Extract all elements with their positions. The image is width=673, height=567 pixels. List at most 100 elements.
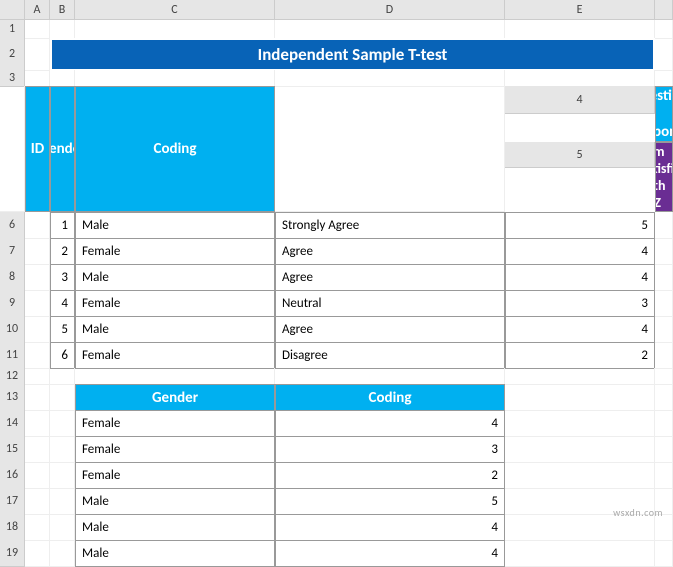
cell[interactable] [25,410,50,437]
th-sub[interactable]: I am Satisfied with XYZ [655,142,673,212]
cell[interactable] [25,514,50,541]
cell[interactable] [75,20,275,39]
cell-id[interactable]: 4 [50,290,75,317]
cell-resp[interactable]: Agree [275,264,505,291]
cell-gender[interactable]: Female [75,238,275,265]
row-header[interactable]: 5 [505,142,655,168]
cell-coding[interactable]: 2 [505,342,655,369]
cell[interactable] [655,212,673,239]
cell[interactable] [25,384,50,411]
cell[interactable] [25,462,50,489]
cell-resp[interactable]: Agree [275,316,505,343]
cell2-gender[interactable]: Female [75,410,275,437]
row-header[interactable]: 3 [0,70,25,87]
cell[interactable] [655,70,673,87]
cell2-gender[interactable]: Female [75,462,275,489]
cell-gender[interactable]: Male [75,264,275,291]
cell[interactable] [275,368,505,385]
th2-coding[interactable]: Coding [275,384,505,411]
cell[interactable] [505,384,655,411]
cell[interactable] [655,540,673,567]
row-header[interactable]: 18 [0,514,25,541]
cell[interactable] [25,290,50,317]
row-header[interactable]: 17 [0,488,25,515]
cell2-coding[interactable]: 4 [275,410,505,437]
cell2-gender[interactable]: Female [75,436,275,463]
cell2-gender[interactable]: Male [75,514,275,541]
row-header[interactable]: 6 [0,212,25,239]
cell2-gender[interactable]: Male [75,488,275,515]
cell[interactable] [655,462,673,489]
th-id[interactable]: ID [25,86,50,212]
cell[interactable] [655,38,673,71]
cell-gender[interactable]: Female [75,342,275,369]
row-header[interactable]: 7 [0,238,25,265]
cell-resp[interactable]: Neutral [275,290,505,317]
cell-id[interactable]: 1 [50,212,75,239]
cell[interactable] [50,410,75,437]
cell[interactable] [655,384,673,411]
cell[interactable] [655,290,673,317]
row-header[interactable]: 8 [0,264,25,291]
row-header[interactable]: 13 [0,384,25,411]
cell2-coding[interactable]: 4 [275,514,505,541]
col-header-c[interactable]: C [75,0,275,20]
cell[interactable] [655,410,673,437]
cell-coding[interactable]: 5 [505,212,655,239]
cell[interactable] [655,342,673,369]
cell[interactable] [655,20,673,39]
th-questions[interactable]: Questions & Responses [655,86,673,142]
col-header-a[interactable]: A [25,0,50,20]
cell[interactable] [50,514,75,541]
col-header-d[interactable]: D [275,0,505,20]
cell[interactable] [655,368,673,385]
row-header[interactable]: 2 [0,38,25,71]
cell[interactable] [505,436,655,463]
cell[interactable] [25,238,50,265]
page-title[interactable]: Independent Sample T-test [50,38,655,71]
cell[interactable] [655,264,673,291]
row-header[interactable]: 15 [0,436,25,463]
row-header[interactable]: 4 [505,86,655,114]
cell[interactable] [75,70,275,87]
cell[interactable] [50,540,75,567]
cell[interactable] [50,384,75,411]
corner-cell[interactable] [0,0,25,20]
cell[interactable] [50,436,75,463]
cell-resp[interactable]: Disagree [275,342,505,369]
cell[interactable] [505,410,655,437]
cell-coding[interactable]: 3 [505,290,655,317]
row-header[interactable]: 10 [0,316,25,343]
cell[interactable] [25,368,50,385]
cell[interactable] [505,20,655,39]
cell2-coding[interactable]: 5 [275,488,505,515]
cell[interactable] [275,20,505,39]
cell[interactable] [25,264,50,291]
col-header-b[interactable]: B [50,0,75,20]
cell-coding[interactable]: 4 [505,316,655,343]
cell-resp[interactable]: Strongly Agree [275,212,505,239]
cell[interactable] [50,20,75,39]
cell-coding[interactable]: 4 [505,264,655,291]
row-header[interactable]: 14 [0,410,25,437]
cell-coding[interactable]: 4 [505,238,655,265]
cell[interactable] [25,20,50,39]
row-header[interactable]: 16 [0,462,25,489]
row-header[interactable]: 11 [0,342,25,369]
cell-id[interactable]: 2 [50,238,75,265]
cell[interactable] [0,86,25,212]
cell[interactable] [25,316,50,343]
row-header[interactable]: 12 [0,368,25,385]
cell-id[interactable]: 5 [50,316,75,343]
cell2-coding[interactable]: 3 [275,436,505,463]
cell-gender[interactable]: Female [75,290,275,317]
cell[interactable] [655,238,673,265]
th2-gender[interactable]: Gender [75,384,275,411]
row-header[interactable]: 1 [0,20,25,39]
row-header[interactable]: 19 [0,540,25,567]
cell2-coding[interactable]: 4 [275,540,505,567]
cell[interactable] [50,368,75,385]
cell[interactable] [50,462,75,489]
cell[interactable] [25,212,50,239]
cell[interactable] [25,436,50,463]
